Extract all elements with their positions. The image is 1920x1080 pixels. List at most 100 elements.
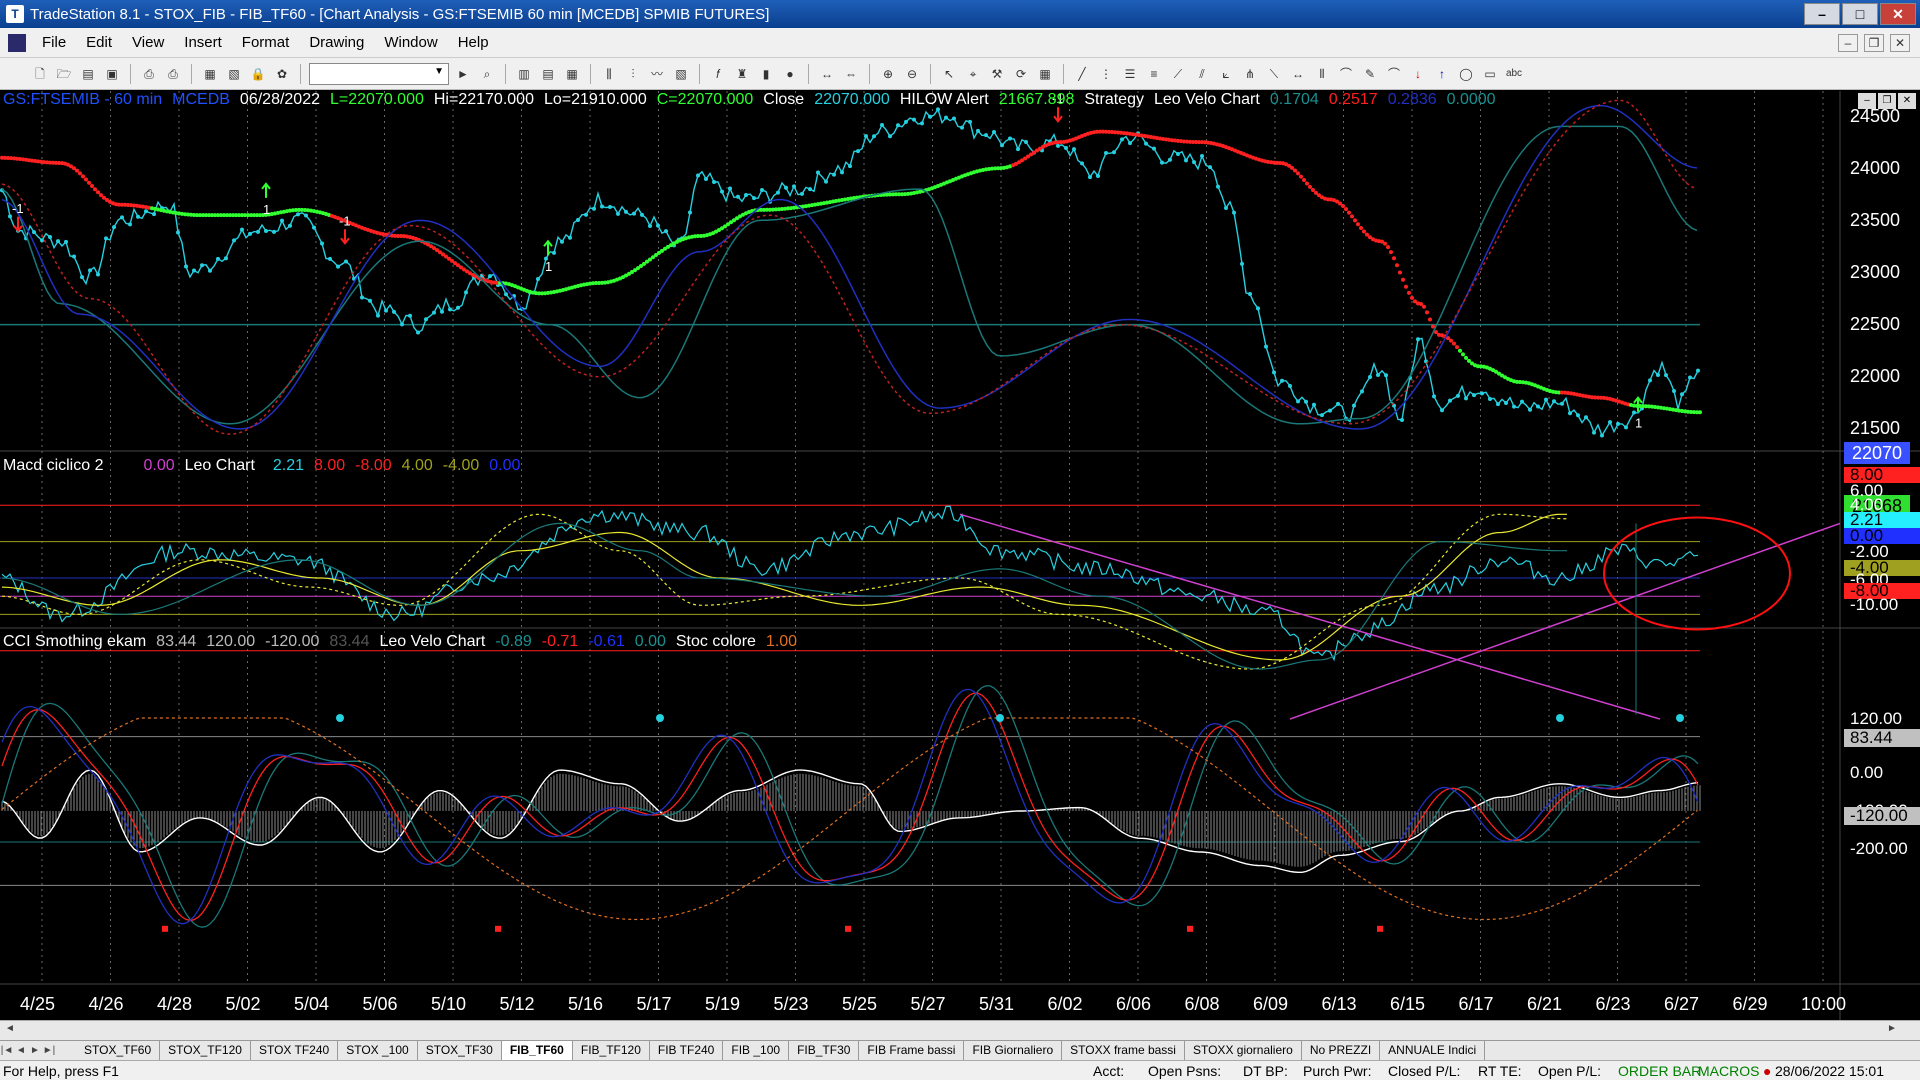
mdi-restore-button[interactable]: ❐ xyxy=(1864,33,1884,52)
speed-lines-icon[interactable]: ⟀ xyxy=(1216,64,1236,84)
zoom-out-icon[interactable]: ⊖ xyxy=(902,64,922,84)
trendline-icon[interactable]: ╱ xyxy=(1072,64,1092,84)
tab-next-icon[interactable]: ► xyxy=(28,1045,42,1056)
print-icon[interactable]: ⎙ xyxy=(139,64,159,84)
curve-icon[interactable]: ⌒ xyxy=(1384,64,1404,84)
new-icon[interactable]: 🗋 xyxy=(30,64,50,84)
chart-canvas[interactable]: -1 1-11-11 xyxy=(0,91,1920,1040)
mdi-close-button[interactable]: ✕ xyxy=(1890,33,1910,52)
save-icon[interactable]: ▣ xyxy=(102,64,122,84)
data-tip-icon[interactable]: ⌖ xyxy=(963,64,983,84)
workspace-tab[interactable]: FIB_TF30 xyxy=(789,1041,860,1060)
horizontal-scrollbar[interactable]: ◄ ► xyxy=(0,1020,1920,1040)
menu-file[interactable]: File xyxy=(32,34,76,51)
regression-icon[interactable]: ⟍ xyxy=(1264,64,1284,84)
stoc-peak-dot xyxy=(1556,714,1564,722)
ellipse-icon[interactable]: ◯ xyxy=(1456,64,1476,84)
cci-val-1: 83.44 xyxy=(156,633,197,650)
price-dot xyxy=(1280,378,1284,383)
workspace-tab[interactable]: FIB _100 xyxy=(723,1041,790,1060)
matrix-icon[interactable]: ▦ xyxy=(562,64,582,84)
tools-icon[interactable]: ⚒ xyxy=(987,64,1007,84)
status-open-psns: Open Psns: xyxy=(1148,1062,1222,1079)
rectangle-icon[interactable]: ▭ xyxy=(1480,64,1500,84)
price-dot xyxy=(136,214,140,219)
status-order-bar[interactable]: ORDER BAR xyxy=(1618,1063,1701,1079)
workspace-tab[interactable]: ANNUALE Indici xyxy=(1380,1041,1486,1060)
workspace-tab[interactable]: FIB Giornaliero xyxy=(964,1041,1063,1060)
workspace-tab[interactable]: FIB Frame bassi xyxy=(859,1041,965,1060)
scroll-right-icon[interactable]: ► xyxy=(1884,1023,1900,1039)
workspace-tab[interactable]: STOX _100 xyxy=(338,1041,418,1060)
scroll-left-icon[interactable]: ◄ xyxy=(2,1023,18,1039)
grid-icon[interactable]: ▦ xyxy=(1035,64,1055,84)
workspace-tab[interactable]: STOX_TF30 xyxy=(418,1041,502,1060)
channel-icon[interactable]: ⫽ xyxy=(1192,64,1212,84)
pen-icon[interactable]: ✎ xyxy=(1360,64,1380,84)
menu-window[interactable]: Window xyxy=(374,34,447,51)
menu-edit[interactable]: Edit xyxy=(76,34,122,51)
radar-screen-icon[interactable]: ▤ xyxy=(538,64,558,84)
workspace-tab[interactable]: FIB_TF60 xyxy=(501,1041,573,1060)
close-button[interactable]: ✕ xyxy=(1880,3,1916,25)
macro-icon[interactable]: ✿ xyxy=(272,64,292,84)
arrow-down-icon[interactable]: ↓ xyxy=(1408,64,1428,84)
line-chart-icon[interactable]: 〰 xyxy=(647,64,667,84)
symbol-search-icon[interactable]: ⌕ xyxy=(477,64,497,84)
cycle-icon[interactable]: ⌒ xyxy=(1336,64,1356,84)
horizontal-line-icon[interactable]: ☰ xyxy=(1120,64,1140,84)
insert-paintbar-icon[interactable]: ▮ xyxy=(756,64,776,84)
maximize-button[interactable]: □ xyxy=(1842,3,1878,25)
window-tile-icon[interactable]: ▦ xyxy=(200,64,220,84)
workspace-tab[interactable]: STOX_TF120 xyxy=(160,1041,251,1060)
text-icon[interactable]: abc xyxy=(1504,64,1524,84)
tab-prev-icon[interactable]: ◄ xyxy=(14,1045,28,1056)
chart-analysis-icon[interactable]: ▥ xyxy=(514,64,534,84)
format-icon[interactable]: ▧ xyxy=(671,64,691,84)
candle-icon[interactable]: ⫶ xyxy=(623,64,643,84)
workspace-tab[interactable]: STOX TF240 xyxy=(251,1041,339,1060)
open-workspace-icon[interactable]: ▤ xyxy=(78,64,98,84)
workspace-tab[interactable]: FIB TF240 xyxy=(650,1041,724,1060)
window-cascade-icon[interactable]: ▧ xyxy=(224,64,244,84)
compress-icon[interactable]: ⇔ xyxy=(841,64,861,84)
menu-view[interactable]: View xyxy=(122,34,174,51)
arrows-icon[interactable]: ↔ xyxy=(1288,64,1308,84)
menu-help[interactable]: Help xyxy=(448,34,499,51)
vertical-line-icon[interactable]: ⋮ xyxy=(1096,64,1116,84)
mdi-minimize-button[interactable]: – xyxy=(1838,33,1858,52)
lock-icon[interactable]: 🔒 xyxy=(248,64,268,84)
tab-last-icon[interactable]: ►| xyxy=(42,1045,56,1056)
tab-first-icon[interactable]: |◄ xyxy=(0,1045,14,1056)
menu-drawing[interactable]: Drawing xyxy=(299,34,374,51)
chart-close-button[interactable]: ✕ xyxy=(1898,93,1916,109)
insert-showme-icon[interactable]: ● xyxy=(780,64,800,84)
status-macros[interactable]: MACROS xyxy=(1698,1063,1763,1079)
bar-chart-icon[interactable]: ⫼ xyxy=(599,64,619,84)
workspace-tab[interactable]: STOX_TF60 xyxy=(76,1041,161,1060)
andrews-pitchfork-icon[interactable]: ⋔ xyxy=(1240,64,1260,84)
arrow-up-icon[interactable]: ↑ xyxy=(1432,64,1452,84)
workspace-tab[interactable]: No PREZZI xyxy=(1302,1041,1381,1060)
minimize-button[interactable]: – xyxy=(1804,3,1840,25)
go-arrow-icon[interactable]: ► xyxy=(453,64,473,84)
refresh-icon[interactable]: ⟳ xyxy=(1011,64,1031,84)
open-icon[interactable]: 🗁 xyxy=(54,64,74,84)
workspace-tab[interactable]: STOXX giornaliero xyxy=(1185,1041,1302,1060)
fib-icon[interactable]: ≡ xyxy=(1144,64,1164,84)
pointer-icon[interactable]: ↖ xyxy=(939,64,959,84)
print-preview-icon[interactable]: ⎙ xyxy=(163,64,183,84)
chart-document-icon[interactable] xyxy=(8,33,26,52)
menu-format[interactable]: Format xyxy=(232,34,300,51)
menu-insert[interactable]: Insert xyxy=(174,34,232,51)
insert-strategy-icon[interactable]: ♜ xyxy=(732,64,752,84)
insert-indicator-icon[interactable]: 𝑓 xyxy=(708,64,728,84)
expand-icon[interactable]: ↔ xyxy=(817,64,837,84)
workspace-tab[interactable]: STOXX frame bassi xyxy=(1062,1041,1185,1060)
stoch-teal-line xyxy=(1,685,1699,928)
symbol-combo[interactable] xyxy=(309,62,449,85)
workspace-tab[interactable]: FIB_TF120 xyxy=(573,1041,650,1060)
fib-time-icon[interactable]: ⫴ xyxy=(1312,64,1332,84)
gann-icon[interactable]: ⟋ xyxy=(1168,64,1188,84)
zoom-in-icon[interactable]: ⊕ xyxy=(878,64,898,84)
